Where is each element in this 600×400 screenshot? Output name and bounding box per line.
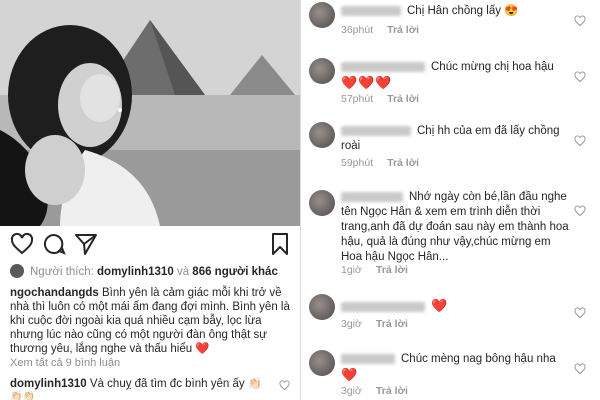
likes-row: Người thích: domylinh1310 và 866 người k… [10,264,278,278]
comment-meta: 59phút Trả lời [341,157,419,169]
post-caption: ngochandangds Bình yên là cảm giác mỗi k… [10,286,292,356]
comment-like-heart-icon[interactable] [279,380,290,394]
reply-button[interactable]: Trả lời [376,264,408,276]
post-comment-row: domylinh1310 Và chuỵ đã tìm đc bình yên … [10,376,292,391]
blurred-username [341,125,411,136]
photo-illustration [0,0,300,226]
reply-text: Và chuỵ đã tìm đc bình yên ấy [89,378,245,390]
caption-username[interactable]: ngochandangds [10,287,99,299]
blurred-username [341,191,403,202]
comment-meta: 1giờ Trả lời [341,264,408,276]
heart-outline-icon[interactable] [574,204,586,217]
comment-text-block: Chị hh của em đã lấy chồng roài [341,124,569,154]
clap-emoji-row: 👏🏻👏🏻 [10,391,35,400]
comment-time: 3giờ [341,385,362,397]
liker-avatar[interactable] [10,264,24,278]
liked-by-label: Người thích: [30,266,94,278]
others-count[interactable]: 866 người khác [192,266,278,278]
comment-text-block: Chúc mừng chị hoa hậu ❤️❤️❤️ [341,60,569,92]
clap-emoji: 👏🏻 [247,378,263,390]
heart-outline-icon[interactable] [574,134,586,147]
comment-meta: 3giờ Trả lời [341,318,408,330]
comment-meta: 36phút Trả lời [341,24,419,36]
view-all-comments-link[interactable]: Xem tất cả 9 bình luận [10,357,120,369]
heart-outline-icon[interactable] [10,232,34,256]
comment-text-block: Nhớ ngày còn bé,lần đầu nghe tên Ngọc Hâ… [341,190,569,265]
comment-time: 59phút [341,157,374,169]
avatar[interactable] [309,294,335,320]
reply-button[interactable]: Trả lời [376,318,408,330]
blurred-username [341,5,401,16]
bookmark-icon[interactable] [268,232,292,256]
avatar[interactable] [309,58,335,84]
heart-outline-icon[interactable] [574,14,586,27]
reply-button[interactable]: Trả lời [376,385,408,397]
blurred-username [341,61,425,72]
comment-text-block: Chúc mèng nag bông hậu nha ❤️ [341,352,569,384]
post-photo[interactable] [0,0,300,226]
comment-time: 36phút [341,24,374,36]
heart-outline-icon[interactable] [574,362,586,375]
reply-button[interactable]: Trả lời [387,157,419,169]
and-label: và [176,266,190,278]
comment-time: 57phút [341,93,374,105]
comment-text: Chị Hân chồng lấy [407,5,501,17]
comment-text-block: Chị Hân chồng lấy 😍 [341,4,569,19]
avatar[interactable] [309,122,335,148]
comment-text-block: ❤️ [341,298,569,315]
comment-time: 1giờ [341,264,362,276]
comment-time: 3giờ [341,318,362,330]
reply-button[interactable]: Trả lời [387,24,419,36]
comment-hearts: ❤️ [431,298,449,313]
caption-heart-emoji: ❤️ [195,343,210,355]
comment-meta: 3giờ Trả lời [341,385,408,397]
reply-button[interactable]: Trả lời [387,93,419,105]
comment-text: Chúc mừng chị hoa hậu [431,61,554,73]
blurred-username [341,353,395,364]
avatar[interactable] [309,350,335,376]
heart-outline-icon[interactable] [574,306,586,319]
avatar[interactable] [309,190,335,216]
post-panel: Người thích: domylinh1310 và 866 người k… [0,0,300,400]
comment-hearts: ❤️❤️❤️ [341,75,393,90]
comments-panel: Chị Hân chồng lấy 😍 36phút Trả lời Chúc m… [301,0,600,400]
speech-bubble-icon[interactable] [42,232,66,256]
blurred-username [341,301,425,312]
paper-plane-icon[interactable] [74,232,98,256]
avatar[interactable] [309,2,335,28]
comment-emoji: 😍 [504,5,519,17]
comment-meta: 57phút Trả lời [341,93,419,105]
post-actions [0,232,300,258]
comment-text: Chúc mèng nag bông hậu nha [401,353,556,365]
comment-hearts: ❤️ [341,367,359,382]
reply-username[interactable]: domylinh1310 [10,378,87,390]
heart-outline-icon[interactable] [574,70,586,83]
liker-username[interactable]: domylinh1310 [97,266,174,278]
